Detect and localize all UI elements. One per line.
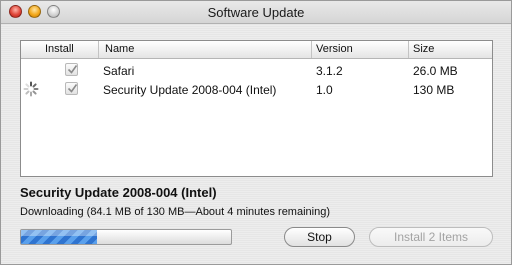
spinner-icon xyxy=(23,81,39,97)
download-progress-bar xyxy=(20,229,232,245)
progress-fill xyxy=(21,230,97,244)
download-status: Downloading (84.1 MB of 130 MB—About 4 m… xyxy=(20,206,330,218)
software-update-window: Software Update Install Name Version Siz… xyxy=(0,0,512,265)
checkmark-icon xyxy=(67,84,78,93)
table-row[interactable]: Security Update 2008-004 (Intel) 1.0 130… xyxy=(21,80,492,98)
title-bar: Software Update xyxy=(1,1,511,24)
update-name: Safari xyxy=(103,64,135,78)
update-name: Security Update 2008-004 (Intel) xyxy=(103,83,277,97)
install-items-button[interactable]: Install 2 Items xyxy=(369,227,493,247)
table-row[interactable]: Safari 3.1.2 26.0 MB xyxy=(21,61,492,79)
update-size: 26.0 MB xyxy=(413,64,458,78)
update-version: 3.1.2 xyxy=(316,64,343,78)
stop-button[interactable]: Stop xyxy=(284,227,355,247)
update-version: 1.0 xyxy=(316,83,333,97)
window-title: Software Update xyxy=(207,5,305,20)
column-header-size[interactable]: Size xyxy=(413,43,434,55)
install-checkbox[interactable] xyxy=(65,82,78,95)
table-header: Install Name Version Size xyxy=(21,41,492,59)
column-header-version[interactable]: Version xyxy=(316,43,353,55)
checkmark-icon xyxy=(67,65,78,74)
updates-table: Install Name Version Size Safari 3.1.2 2… xyxy=(20,40,493,177)
current-update-title: Security Update 2008-004 (Intel) xyxy=(20,185,217,200)
install-checkbox[interactable] xyxy=(65,63,78,76)
update-size: 130 MB xyxy=(413,83,455,97)
column-header-name[interactable]: Name xyxy=(105,43,134,55)
column-header-install[interactable]: Install xyxy=(45,43,74,55)
